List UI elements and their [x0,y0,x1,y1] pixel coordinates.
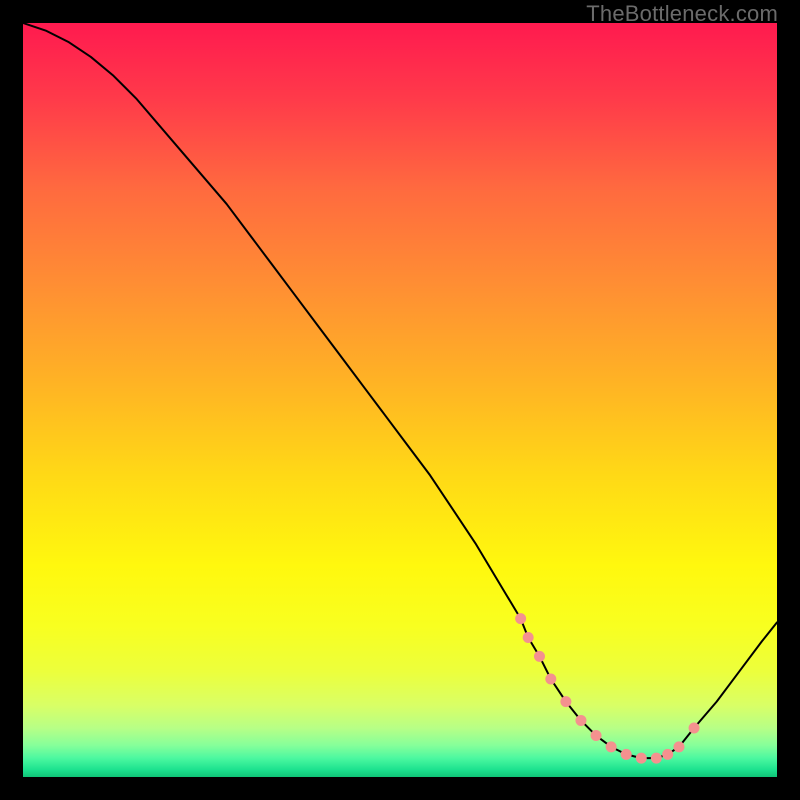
chart-marker [591,730,602,741]
chart-marker [651,753,662,764]
chart-marker [662,749,673,760]
chart-marker [523,632,534,643]
chart-marker [534,651,545,662]
chart-marker [689,722,700,733]
chart-background [23,23,777,777]
chart-marker [575,715,586,726]
watermark-label: TheBottleneck.com [586,1,778,27]
chart-marker [560,696,571,707]
chart-marker [673,741,684,752]
chart-frame: TheBottleneck.com [0,0,800,800]
chart-canvas [23,23,777,777]
chart-marker [606,741,617,752]
chart-marker [636,753,647,764]
chart-marker [621,749,632,760]
chart-marker [545,673,556,684]
chart-marker [515,613,526,624]
chart-plot [23,23,777,777]
